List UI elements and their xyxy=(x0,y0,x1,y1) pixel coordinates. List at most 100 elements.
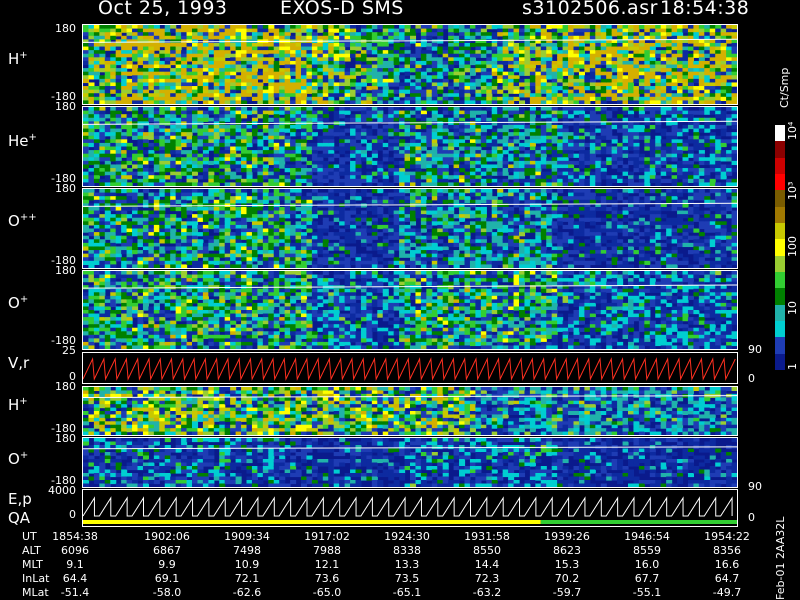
heatmap-cell xyxy=(142,68,149,73)
heatmap-cell xyxy=(104,32,111,37)
heatmap-cell xyxy=(687,100,694,104)
heatmap-cell xyxy=(453,110,460,115)
heatmap-cell xyxy=(682,128,689,133)
heatmap-cell xyxy=(104,224,111,230)
heatmap-cell xyxy=(93,250,100,255)
heatmap-cell xyxy=(208,124,215,130)
heatmap-cell xyxy=(301,82,308,87)
heatmap-cell xyxy=(431,68,438,73)
heatmap-cell xyxy=(519,100,526,104)
heatmap-cell xyxy=(420,53,427,58)
heatmap-cell xyxy=(230,124,237,130)
heatmap-cell xyxy=(197,114,204,119)
heatmap-cell xyxy=(83,224,90,230)
heatmap-cell xyxy=(132,128,139,133)
heatmap-cell xyxy=(535,50,542,55)
heatmap-cell xyxy=(731,42,737,48)
heatmap-cell xyxy=(404,182,411,186)
heatmap-cell xyxy=(132,32,139,37)
heatmap-cell xyxy=(224,78,231,84)
heatmap-cell xyxy=(704,46,711,51)
heatmap-cell xyxy=(726,107,733,112)
heatmap-cell xyxy=(475,175,482,180)
heatmap-cell xyxy=(693,128,700,133)
heatmap-cell xyxy=(622,75,629,80)
heatmap-cell xyxy=(88,260,95,266)
heatmap-cell xyxy=(290,50,297,55)
heatmap-cell xyxy=(208,107,215,112)
heatmap-cell xyxy=(720,42,727,48)
heatmap-cell xyxy=(311,175,318,180)
heatmap-cell xyxy=(170,182,177,186)
heatmap-cell xyxy=(453,89,460,94)
heatmap-cell xyxy=(246,82,253,87)
heatmap-cell xyxy=(246,157,253,162)
heatmap-cell xyxy=(202,160,209,166)
heatmap-cell xyxy=(557,78,564,84)
heatmap-cell xyxy=(153,257,160,262)
heatmap-cell xyxy=(562,64,569,69)
heatmap-cell xyxy=(655,100,662,104)
heatmap-cell xyxy=(382,82,389,87)
heatmap-cell xyxy=(268,171,275,176)
heatmap-cell xyxy=(415,64,422,69)
heatmap-cell xyxy=(715,82,722,87)
heatmap-cell xyxy=(360,93,367,98)
heatmap-cell xyxy=(720,64,727,69)
heatmap-cell xyxy=(448,182,455,186)
heatmap-cell xyxy=(415,182,422,186)
heatmap-cell xyxy=(115,206,122,212)
heatmap-cell xyxy=(671,124,678,130)
heatmap-cell xyxy=(126,82,133,87)
heatmap-cell xyxy=(99,89,106,94)
heatmap-cell xyxy=(295,42,302,48)
heatmap-cell xyxy=(508,146,515,151)
heatmap-cell xyxy=(186,96,193,102)
heatmap-cell xyxy=(611,107,618,112)
heatmap-cell xyxy=(224,107,231,112)
heatmap-cell xyxy=(317,28,324,33)
heatmap-cell xyxy=(306,171,313,176)
heatmap-cell xyxy=(181,96,188,102)
heatmap-cell xyxy=(480,160,487,166)
heatmap-cell xyxy=(709,182,716,186)
heatmap-cell xyxy=(633,128,640,133)
heatmap-cell xyxy=(415,150,422,155)
heatmap-cell xyxy=(175,142,182,148)
heatmap-cell xyxy=(328,68,335,73)
heatmap-cell xyxy=(251,42,258,48)
heatmap-cell xyxy=(666,93,673,98)
heatmap-cell xyxy=(551,150,558,155)
heatmap-cell xyxy=(715,107,722,112)
heatmap-cell xyxy=(246,28,253,33)
heatmap-cell xyxy=(491,153,498,158)
heatmap-cell xyxy=(159,250,166,255)
heatmap-cell xyxy=(437,60,444,66)
heatmap-cell xyxy=(426,132,433,137)
heatmap-cell xyxy=(175,178,182,184)
heatmap-cell xyxy=(224,25,231,30)
heatmap-cell xyxy=(93,96,100,102)
heatmap-cell xyxy=(459,35,466,40)
heatmap-cell xyxy=(464,75,471,80)
heatmap-cell xyxy=(83,68,90,73)
heatmap-cell xyxy=(115,235,122,240)
heatmap-cell xyxy=(159,139,166,144)
heatmap-cell xyxy=(104,68,111,73)
heatmap-cell xyxy=(519,57,526,62)
heatmap-cell xyxy=(584,53,591,58)
heatmap-cell xyxy=(104,189,111,194)
heatmap-cell xyxy=(529,114,536,119)
heatmap-cell xyxy=(83,39,90,44)
heatmap-cell xyxy=(83,171,90,176)
heatmap-cell xyxy=(213,160,220,166)
heatmap-cell xyxy=(535,28,542,33)
heatmap-cell xyxy=(93,107,100,112)
heatmap-cell xyxy=(350,78,357,84)
heatmap-cell xyxy=(611,75,618,80)
heatmap-cell xyxy=(377,42,384,48)
heatmap-cell xyxy=(715,46,722,51)
heatmap-cell xyxy=(502,132,509,137)
heatmap-cell xyxy=(137,42,144,48)
heatmap-cell xyxy=(339,89,346,94)
